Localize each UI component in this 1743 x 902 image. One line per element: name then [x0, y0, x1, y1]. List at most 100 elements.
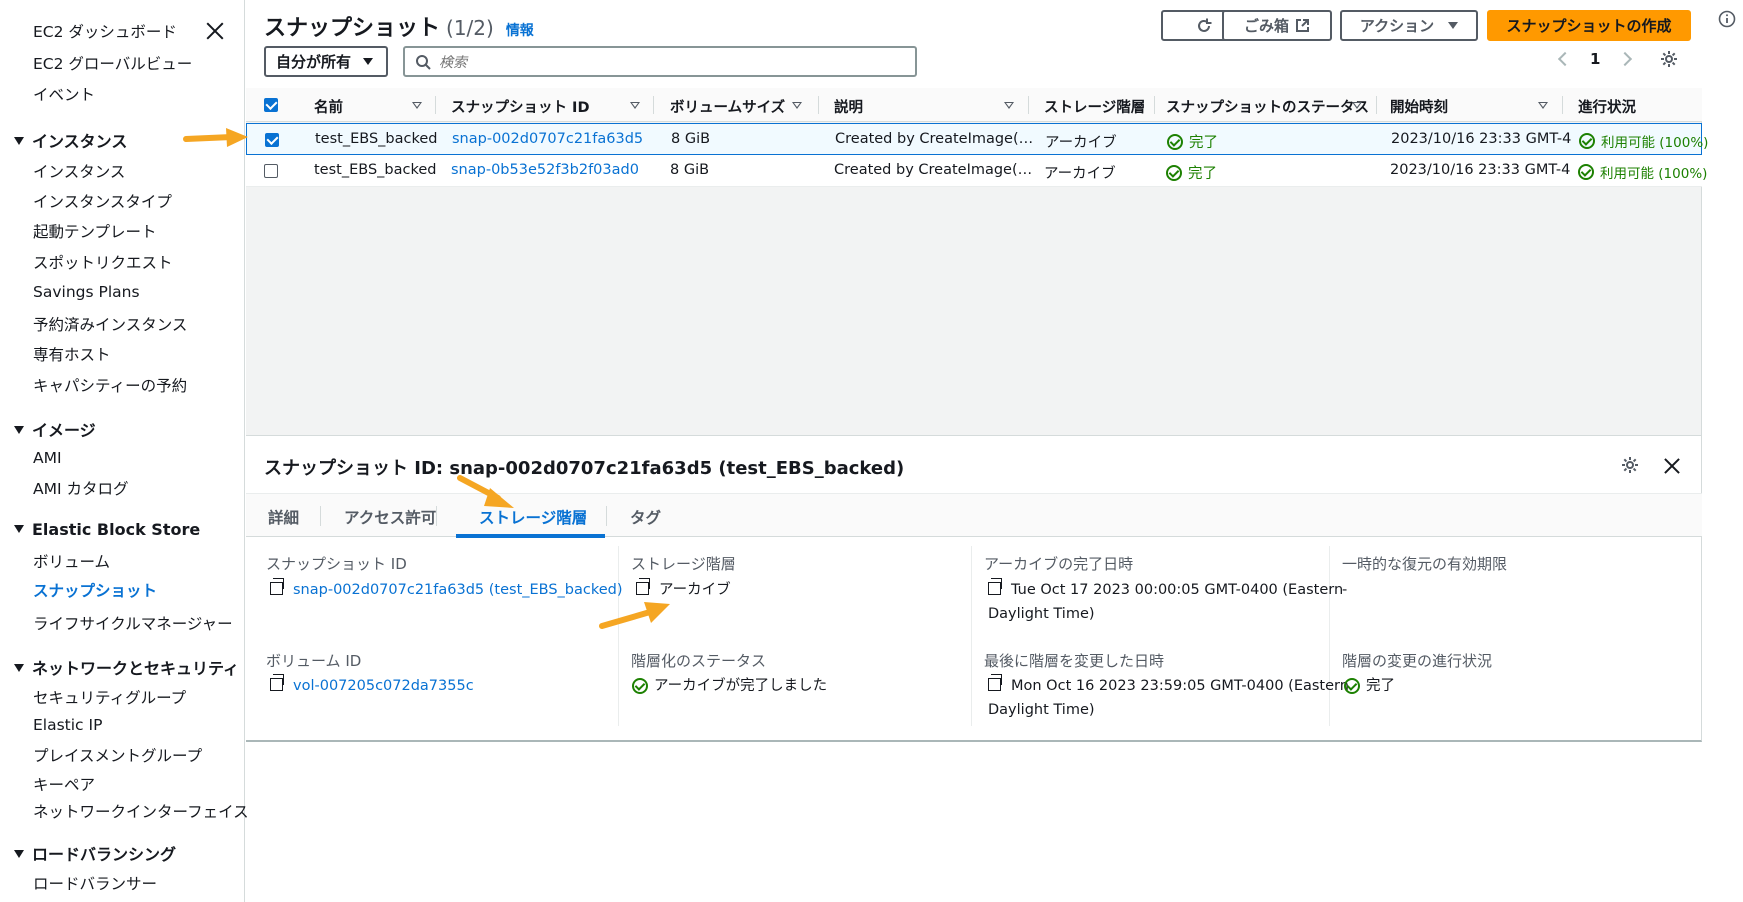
caret-down-icon [363, 58, 374, 65]
cell-description: Created by CreateImage(… [835, 131, 1034, 147]
owner-filter-select[interactable]: 自分が所有 [264, 46, 388, 77]
nav-ami-catalog[interactable]: AMI カタログ [33, 477, 128, 499]
cell-progress: 利用可能 (100%) [1579, 131, 1708, 151]
nav-load-balancers[interactable]: ロードバランサー [33, 872, 157, 894]
copy-icon[interactable] [270, 674, 284, 691]
tab-divider [320, 506, 321, 526]
nav-ec2-global-view[interactable]: EC2 グローバルビュー [33, 52, 192, 74]
col-progress[interactable]: 進行状況 [1578, 96, 1636, 117]
collapse-triangle-icon [14, 849, 24, 858]
tab-permissions[interactable]: アクセス許可 [344, 506, 436, 528]
tab-tags[interactable]: タグ [630, 506, 661, 528]
copy-icon[interactable] [270, 578, 284, 595]
cell-tier: アーカイブ [1045, 135, 1117, 151]
help-info-icon[interactable] [1718, 10, 1736, 32]
volume-id-value[interactable]: vol-007205c072da7355c [270, 674, 474, 698]
table-row[interactable]: test_EBS_backed snap-0b53e52f3b2f03ad0 8… [246, 155, 1707, 187]
nav-lifecycle-manager[interactable]: ライフサイクルマネージャー [33, 612, 233, 634]
tab-divider [606, 506, 607, 526]
nav-volumes[interactable]: ボリューム [33, 550, 110, 572]
nav-section-load-balancing[interactable]: ロードバランシング [14, 841, 176, 865]
check-circle-icon [1344, 678, 1360, 694]
prev-page-icon[interactable] [1557, 51, 1573, 67]
collapse-triangle-icon [14, 663, 24, 672]
sort-icon[interactable] [792, 102, 802, 109]
column-divider [435, 96, 436, 114]
cell-name: test_EBS_backed [315, 131, 438, 147]
sort-icon[interactable] [1538, 102, 1548, 109]
close-sidebar-icon[interactable] [204, 20, 226, 42]
volume-id-label: ボリューム ID [266, 652, 362, 670]
nav-key-pairs[interactable]: キーペア [33, 773, 95, 795]
nav-placement-groups[interactable]: プレイスメントグループ [33, 744, 202, 766]
nav-instances[interactable]: インスタンス [33, 160, 125, 182]
nav-dedicated-hosts[interactable]: 専有ホスト [33, 343, 111, 365]
actions-dropdown[interactable]: アクション [1340, 10, 1478, 41]
page-title: スナップショット (1/2) 情報 [264, 16, 534, 41]
sort-icon[interactable] [412, 102, 422, 109]
col-name[interactable]: 名前 [314, 96, 343, 117]
nav-security-groups[interactable]: セキュリティグループ [33, 686, 186, 708]
snapshot-id-link[interactable]: snap-0b53e52f3b2f03ad0 [451, 162, 639, 178]
select-all-checkbox[interactable] [264, 98, 278, 112]
row-checkbox[interactable] [264, 164, 278, 178]
table-row[interactable]: test_EBS_backed snap-002d0707c21fa63d5 8… [246, 123, 1708, 155]
check-circle-icon [1579, 133, 1595, 149]
nav-section-instances[interactable]: インスタンス [14, 128, 127, 152]
next-page-icon[interactable] [1618, 51, 1633, 67]
recycle-bin-button[interactable]: ごみ箱 [1222, 10, 1332, 41]
check-circle-icon [1166, 164, 1182, 181]
create-snapshot-button[interactable]: スナップショットの作成 [1487, 10, 1691, 41]
col-snapshot-status[interactable]: スナップショットのステータス [1166, 96, 1369, 117]
tab-details[interactable]: 詳細 [268, 506, 299, 528]
collapse-triangle-icon [14, 136, 24, 145]
tier-change-progress-value: 完了 [1344, 674, 1395, 698]
nav-capacity-reservations[interactable]: キャパシティーの予約 [33, 374, 187, 396]
snapshot-id-value[interactable]: snap-002d0707c21fa63d5 (test_EBS_backed) [270, 578, 623, 602]
search-icon [416, 54, 431, 70]
nav-elastic-ip[interactable]: Elastic IP [33, 716, 102, 734]
current-page[interactable]: 1 [1590, 50, 1600, 68]
col-storage-tier[interactable]: ストレージ階層 [1044, 96, 1145, 117]
sort-icon[interactable] [1004, 102, 1014, 109]
preferences-gear-icon[interactable] [1660, 50, 1678, 68]
col-start-time[interactable]: 開始時刻 [1390, 96, 1448, 117]
nav-instance-types[interactable]: インスタンスタイプ [33, 190, 172, 212]
close-panel-icon[interactable] [1662, 456, 1682, 476]
search-box[interactable] [403, 46, 917, 77]
nav-section-images[interactable]: イメージ [14, 417, 96, 441]
check-circle-icon [1578, 164, 1594, 180]
nav-launch-templates[interactable]: 起動テンプレート [33, 220, 157, 242]
check-circle-icon [1167, 133, 1183, 150]
sort-icon[interactable] [630, 102, 640, 109]
nav-section-ebs[interactable]: Elastic Block Store [14, 520, 200, 539]
nav-reserved-instances[interactable]: 予約済みインスタンス [33, 313, 187, 335]
copy-icon[interactable] [636, 578, 650, 595]
copy-icon[interactable] [988, 578, 1002, 595]
sort-icon[interactable] [1352, 102, 1362, 109]
row-checkbox[interactable] [265, 133, 279, 147]
col-volume-size[interactable]: ボリュームサイズ [670, 96, 785, 117]
nav-snapshots[interactable]: スナップショット [33, 579, 157, 601]
nav-section-network-security[interactable]: ネットワークとセキュリティ [14, 655, 239, 679]
info-link[interactable]: 情報 [506, 23, 534, 39]
archive-complete-value: Tue Oct 17 2023 00:00:05 GMT-0400 (Easte… [988, 578, 1344, 622]
column-divider [1028, 96, 1029, 114]
copy-icon[interactable] [988, 674, 1002, 691]
temp-restore-label: 一時的な復元の有効期限 [1342, 555, 1508, 573]
cell-name: test_EBS_backed [314, 162, 437, 178]
nav-ami[interactable]: AMI [33, 449, 62, 467]
last-tier-change-label: 最後に階層を変更した日時 [984, 652, 1165, 670]
col-snapshot-id[interactable]: スナップショット ID [451, 96, 589, 117]
nav-ec2-dashboard[interactable]: EC2 ダッシュボード [33, 20, 177, 42]
selection-count: (1/2) [446, 16, 494, 40]
external-link-icon [1296, 19, 1309, 32]
nav-events[interactable]: イベント [33, 83, 95, 105]
nav-savings-plans[interactable]: Savings Plans [33, 283, 140, 301]
search-input[interactable] [439, 53, 899, 70]
detail-preferences-gear-icon[interactable] [1621, 456, 1639, 474]
col-description[interactable]: 説明 [834, 96, 863, 117]
snapshot-id-link[interactable]: snap-002d0707c21fa63d5 [452, 131, 643, 147]
nav-network-interfaces[interactable]: ネットワークインターフェイス [33, 800, 249, 822]
nav-spot-requests[interactable]: スポットリクエスト [33, 251, 173, 273]
